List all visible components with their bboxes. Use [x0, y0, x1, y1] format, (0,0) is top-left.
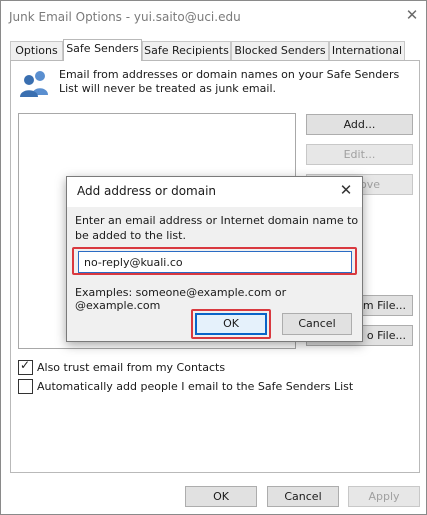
- tab-blocked-senders[interactable]: Blocked Senders: [231, 41, 329, 60]
- tab-options[interactable]: Options: [10, 41, 63, 60]
- people-icon: [20, 71, 48, 97]
- footer-ok-button[interactable]: OK: [185, 486, 257, 507]
- safe-senders-description: Email from addresses or domain names on …: [59, 68, 400, 95]
- dialog-ok-button[interactable]: OK: [195, 313, 267, 335]
- footer-cancel-button[interactable]: Cancel: [267, 486, 339, 507]
- tab-safe-senders[interactable]: Safe Senders: [63, 39, 142, 61]
- add-address-dialog: Add address or domain ✕ Enter an email a…: [66, 176, 363, 342]
- trust-contacts-label: Also trust email from my Contacts: [37, 361, 226, 374]
- auto-add-checkbox[interactable]: [18, 379, 33, 394]
- checkmark-icon: ✓: [20, 358, 31, 372]
- dialog-title: Add address or domain: [77, 184, 217, 198]
- edit-button[interactable]: Edit...: [306, 144, 413, 165]
- dialog-instruction: Enter an email address or Internet domai…: [75, 214, 359, 242]
- add-button[interactable]: Add...: [306, 114, 413, 135]
- email-address-input[interactable]: [78, 251, 352, 273]
- trust-contacts-checkbox[interactable]: ✓: [18, 358, 33, 375]
- window-title: Junk Email Options - yui.saito@uci.edu: [9, 10, 241, 24]
- tab-international[interactable]: International: [329, 41, 405, 60]
- trust-contacts-option[interactable]: ✓ Also trust email from my Contacts: [18, 358, 226, 375]
- auto-add-label: Automatically add people I email to the …: [37, 380, 354, 393]
- dialog-cancel-button[interactable]: Cancel: [282, 313, 352, 335]
- junk-email-options-window: Junk Email Options - yui.saito@uci.edu ✕…: [0, 0, 427, 515]
- dialog-close-icon[interactable]: ✕: [337, 181, 355, 199]
- auto-add-option[interactable]: Automatically add people I email to the …: [18, 379, 353, 394]
- window-close-icon[interactable]: ✕: [403, 6, 421, 24]
- tab-safe-recipients[interactable]: Safe Recipients: [142, 41, 231, 60]
- footer-apply-button[interactable]: Apply: [348, 486, 420, 507]
